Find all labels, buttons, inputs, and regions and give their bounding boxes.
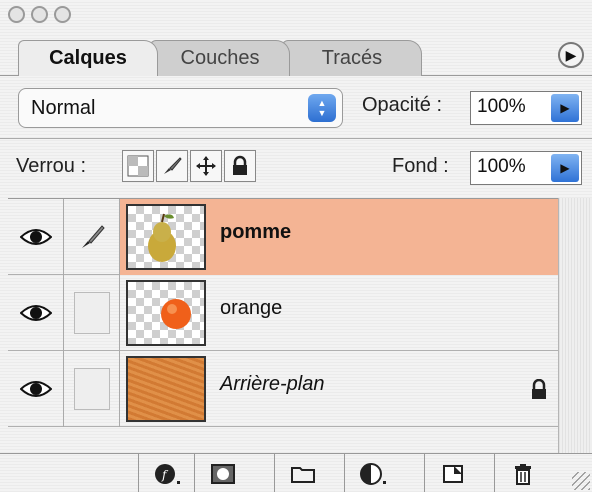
delete-layer-button[interactable] bbox=[494, 454, 550, 492]
opacity-value: 100% bbox=[477, 96, 526, 117]
empty-link-box bbox=[73, 368, 110, 410]
layer-name: pomme bbox=[220, 221, 292, 243]
layer-edit-cell[interactable] bbox=[64, 199, 120, 275]
orange-thumbnail bbox=[126, 280, 206, 346]
empty-link-box bbox=[73, 292, 110, 334]
opacity-label: Opacité : bbox=[362, 94, 443, 116]
layer-link-cell[interactable] bbox=[64, 351, 120, 427]
lock-label: Verrou : bbox=[16, 155, 87, 177]
layers-palette: Calques Couches Tracés ▶ Normal ▲ ▼ Opaci… bbox=[0, 0, 592, 492]
lock-all-padlock-icon[interactable] bbox=[224, 150, 256, 182]
new-group-button[interactable] bbox=[274, 454, 330, 492]
zoom-window-icon[interactable] bbox=[54, 6, 71, 23]
layer-style-button[interactable]: f bbox=[138, 454, 194, 492]
visibility-toggle[interactable] bbox=[8, 351, 64, 427]
bottom-toolbar: f bbox=[0, 453, 592, 492]
fill-label: Fond : bbox=[392, 155, 449, 177]
layers-list: pomme orange Arrière-plan bbox=[8, 198, 558, 427]
add-mask-button[interactable] bbox=[194, 454, 250, 492]
minimize-window-icon[interactable] bbox=[31, 6, 48, 23]
layer-content[interactable]: pomme bbox=[120, 199, 558, 275]
eye-icon bbox=[19, 229, 52, 245]
new-adjustment-layer-button[interactable] bbox=[344, 454, 400, 492]
visibility-toggle[interactable] bbox=[8, 199, 64, 275]
folder-icon bbox=[290, 466, 315, 483]
blend-mode-value: Normal bbox=[31, 96, 96, 119]
fill-value: 100% bbox=[477, 156, 526, 177]
close-window-icon[interactable] bbox=[8, 6, 25, 23]
palette-menu-button[interactable]: ▶ bbox=[558, 42, 584, 68]
layer-content[interactable]: Arrière-plan bbox=[120, 351, 558, 427]
tab-traces[interactable]: Tracés bbox=[282, 40, 422, 76]
brush-icon bbox=[81, 225, 105, 248]
play-arrow-icon: ▶ bbox=[565, 46, 577, 63]
opacity-input[interactable]: 100% ▶ bbox=[470, 91, 582, 125]
padlock-icon bbox=[532, 379, 546, 399]
mask-icon bbox=[210, 463, 235, 484]
layer-style-icon: f bbox=[154, 463, 180, 484]
tab-calques[interactable]: Calques bbox=[18, 40, 158, 76]
layer-row-orange[interactable]: orange bbox=[8, 275, 558, 351]
blend-mode-select[interactable]: Normal ▲ ▼ bbox=[18, 88, 343, 128]
new-layer-icon bbox=[442, 464, 463, 483]
layers-scrollbar[interactable] bbox=[558, 198, 592, 453]
layer-content[interactable]: orange bbox=[120, 275, 558, 351]
layer-link-cell[interactable] bbox=[64, 275, 120, 351]
opacity-slider-arrow-icon[interactable]: ▶ bbox=[551, 94, 579, 122]
select-stepper-icon: ▲ ▼ bbox=[308, 94, 336, 122]
tab-couches[interactable]: Couches bbox=[150, 40, 290, 76]
trash-icon bbox=[514, 463, 531, 485]
eye-icon bbox=[19, 381, 52, 397]
window-controls bbox=[8, 6, 71, 28]
adjustment-icon bbox=[359, 462, 386, 485]
visibility-toggle[interactable] bbox=[8, 275, 64, 351]
pear-thumbnail bbox=[126, 204, 206, 270]
divider bbox=[0, 138, 592, 139]
lock-pixels-brush-icon[interactable] bbox=[156, 150, 188, 182]
layer-name: orange bbox=[220, 297, 283, 319]
texture-thumbnail bbox=[126, 356, 206, 422]
layer-name: Arrière-plan bbox=[220, 373, 325, 395]
fill-input[interactable]: 100% ▶ bbox=[470, 151, 582, 185]
resize-grip[interactable] bbox=[572, 472, 590, 490]
lock-transparency-icon[interactable] bbox=[122, 150, 154, 182]
eye-icon bbox=[19, 305, 52, 321]
layer-row-pomme[interactable]: pomme bbox=[8, 199, 558, 275]
lock-position-move-icon[interactable] bbox=[190, 150, 222, 182]
layer-row-background[interactable]: Arrière-plan bbox=[8, 351, 558, 427]
tab-bar: Calques Couches Tracés ▶ bbox=[0, 30, 592, 76]
fill-slider-arrow-icon[interactable]: ▶ bbox=[551, 154, 579, 182]
new-layer-button[interactable] bbox=[424, 454, 480, 492]
